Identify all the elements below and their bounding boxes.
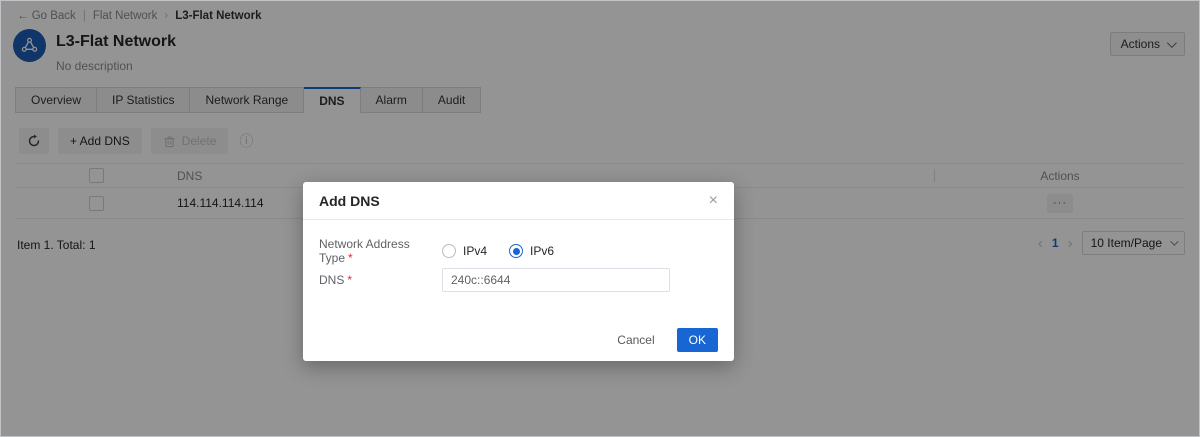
address-type-radio-group: IPv4 IPv6 [442,244,554,258]
network-address-type-row: Network Address Type* IPv4 IPv6 [319,237,554,265]
network-address-type-label: Network Address Type [319,237,410,265]
ipv4-radio[interactable] [442,244,456,258]
modal-title: Add DNS [319,193,380,209]
ipv4-radio-label[interactable]: IPv4 [463,244,487,258]
modal-header: Add DNS × [303,182,734,220]
ipv6-radio-label[interactable]: IPv6 [530,244,554,258]
dns-field-label: DNS [319,273,344,287]
modal-footer: Cancel OK [609,328,718,352]
required-mark: * [347,273,352,287]
add-dns-modal: Add DNS × Network Address Type* IPv4 IPv… [303,182,734,361]
ipv6-radio[interactable] [509,244,523,258]
required-mark: * [348,251,353,265]
dns-input[interactable] [442,268,670,292]
dns-field-row: DNS* [319,268,670,292]
ok-button[interactable]: OK [677,328,718,352]
cancel-button[interactable]: Cancel [609,329,662,351]
close-icon[interactable]: × [709,193,718,209]
app-window: ← Go Back | Flat Network › L3-Flat Netwo… [0,0,1200,437]
